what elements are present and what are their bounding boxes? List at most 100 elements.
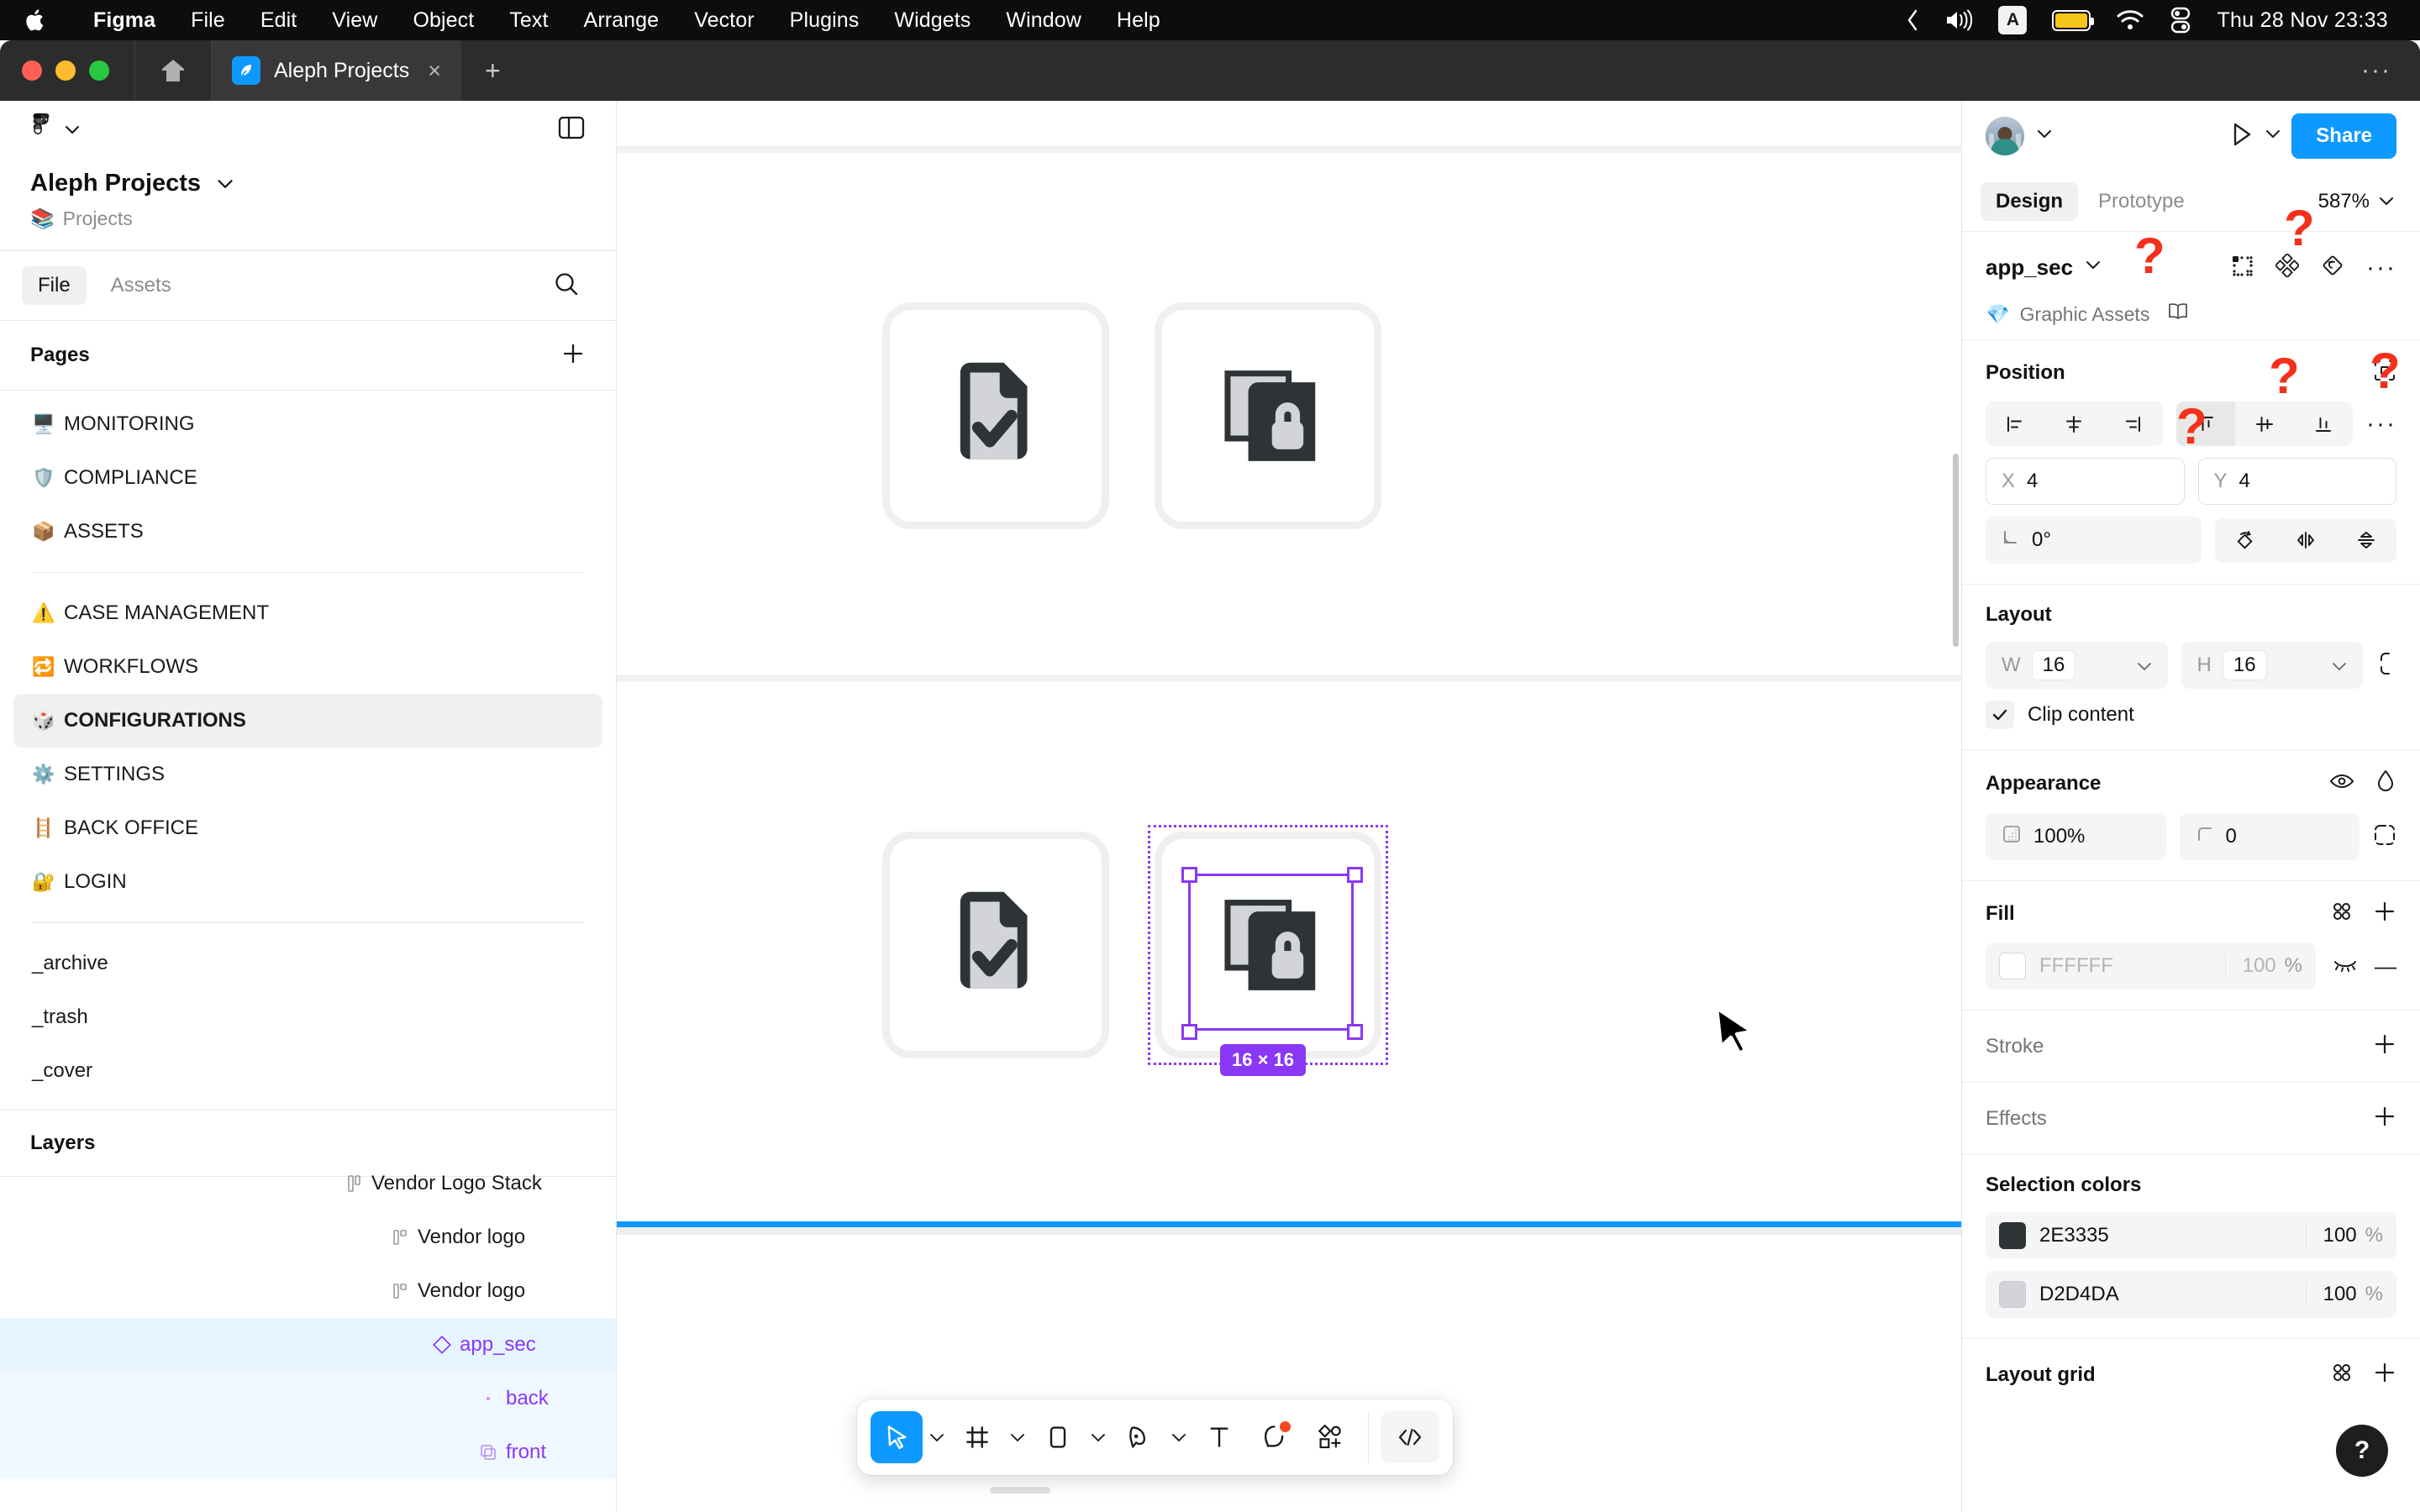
apple-logo-icon[interactable] xyxy=(24,6,49,34)
menu-widgets[interactable]: Widgets xyxy=(876,8,988,33)
component-set-icon[interactable] xyxy=(2274,252,2301,281)
dev-mode-toggle[interactable] xyxy=(1381,1411,1439,1463)
page-item-back-office[interactable]: 🪜 BACK OFFICE xyxy=(13,801,602,855)
create-component-icon[interactable] xyxy=(2230,254,2254,281)
shape-tool[interactable] xyxy=(1032,1411,1084,1463)
frame-tool-chevron-down-icon[interactable] xyxy=(1007,1433,1028,1442)
opacity-field[interactable]: 100% xyxy=(1986,813,2166,860)
menu-arrange[interactable]: Arrange xyxy=(566,8,677,33)
home-icon[interactable] xyxy=(135,40,211,101)
share-button[interactable]: Share xyxy=(2291,113,2396,159)
minimize-window-button[interactable] xyxy=(55,60,76,81)
selection-chevron-down-icon[interactable] xyxy=(2085,260,2102,275)
menu-file[interactable]: File xyxy=(173,8,243,33)
fill-swatch[interactable] xyxy=(1999,953,2026,979)
layer-row-app-sec[interactable]: app_sec xyxy=(0,1318,616,1372)
menu-view[interactable]: View xyxy=(314,8,395,33)
text-tool[interactable] xyxy=(1193,1411,1245,1463)
selection-color-row[interactable]: 2E3335 100 % xyxy=(1986,1212,2396,1259)
move-tool[interactable] xyxy=(871,1411,923,1463)
frame-tool[interactable] xyxy=(951,1411,1003,1463)
layer-row[interactable]: Vendor Logo Stack xyxy=(0,1157,616,1210)
page-item-trash[interactable]: _trash xyxy=(13,990,602,1044)
align-more-options-button[interactable]: ··· xyxy=(2366,412,2396,437)
eye-closed-icon[interactable] xyxy=(2333,955,2358,978)
page-item-cover[interactable]: _cover xyxy=(13,1044,602,1098)
selection-color-row[interactable]: D2D4DA 100 % xyxy=(1986,1271,2396,1318)
selection-handle-top-left[interactable] xyxy=(1181,867,1197,883)
width-chevron-down-icon[interactable] xyxy=(2137,654,2152,677)
layer-row-front[interactable]: front xyxy=(0,1425,616,1479)
play-icon[interactable] xyxy=(2229,121,2254,152)
remove-fill-button[interactable]: — xyxy=(2375,955,2396,977)
comment-tool[interactable] xyxy=(1249,1411,1301,1463)
shape-tool-chevron-down-icon[interactable] xyxy=(1087,1433,1109,1442)
align-right-icon[interactable] xyxy=(2103,402,2162,446)
menu-window[interactable]: Window xyxy=(988,8,1099,33)
library-row[interactable]: 💎 Graphic Assets xyxy=(1962,302,2420,339)
tab-design[interactable]: Design xyxy=(1981,181,2079,221)
page-item-case-management[interactable]: ⚠️ CASE MANAGEMENT xyxy=(13,586,602,640)
x-field[interactable]: X 4 xyxy=(1986,458,2185,505)
selection-color-swatch[interactable] xyxy=(1999,1281,2026,1308)
rotate-icon[interactable] xyxy=(2215,518,2275,563)
y-field[interactable]: Y 4 xyxy=(2197,458,2396,505)
clip-content-row[interactable]: Clip content xyxy=(1986,701,2396,729)
close-icon[interactable]: × xyxy=(428,59,441,82)
add-fill-button[interactable] xyxy=(2373,900,2396,927)
clip-content-checkbox[interactable] xyxy=(1986,701,2014,729)
page-item-workflows[interactable]: 🔁 WORKFLOWS xyxy=(13,640,602,694)
page-item-assets[interactable]: 📦 ASSETS xyxy=(13,505,602,559)
selection-handle-top-right[interactable] xyxy=(1347,867,1363,883)
add-layout-grid-button[interactable] xyxy=(2373,1361,2396,1389)
align-left-icon[interactable] xyxy=(1986,402,2044,446)
present-options-chevron-down-icon[interactable] xyxy=(2265,129,2281,144)
chevron-left-icon[interactable] xyxy=(1906,8,1919,32)
volume-icon[interactable] xyxy=(1944,8,1973,33)
fill-color-row[interactable]: FFFFFF 100 % xyxy=(1986,942,2316,990)
file-tab-aleph-projects[interactable]: Aleph Projects × xyxy=(212,40,461,101)
layer-row[interactable]: Vendor logo xyxy=(0,1264,616,1318)
height-chevron-down-icon[interactable] xyxy=(2332,654,2347,677)
add-page-button[interactable] xyxy=(560,341,586,370)
add-stroke-button[interactable] xyxy=(2373,1032,2396,1060)
canvas-scrollbar[interactable] xyxy=(1953,454,1959,647)
design-canvas[interactable]: 16 × 16 xyxy=(617,101,1961,1512)
independent-corners-icon[interactable] xyxy=(2373,823,2396,851)
actions-tool[interactable] xyxy=(1304,1411,1356,1463)
maximize-window-button[interactable] xyxy=(89,60,109,81)
close-window-button[interactable] xyxy=(22,60,42,81)
input-source-badge[interactable]: A xyxy=(1998,6,2028,34)
toolbar-drag-handle[interactable] xyxy=(990,1487,1050,1494)
page-item-archive[interactable]: _archive xyxy=(13,937,602,990)
menu-object[interactable]: Object xyxy=(395,8,492,33)
wifi-icon[interactable] xyxy=(2116,9,2144,31)
styles-icon[interactable] xyxy=(2331,900,2353,927)
icon-card-document-check-2[interactable] xyxy=(882,832,1109,1058)
toggle-ui-panel-button[interactable] xyxy=(557,113,586,146)
add-effect-button[interactable] xyxy=(2373,1105,2396,1132)
detach-instance-icon[interactable] xyxy=(2321,254,2344,281)
icon-card-document-check[interactable] xyxy=(882,302,1109,529)
page-item-login[interactable]: 🔐 LOGIN xyxy=(13,855,602,909)
menu-help[interactable]: Help xyxy=(1099,8,1178,33)
avatar[interactable] xyxy=(1986,117,2024,155)
pen-tool[interactable] xyxy=(1113,1411,1165,1463)
constrain-proportions-icon[interactable] xyxy=(2376,651,2396,680)
figma-main-menu-button[interactable] xyxy=(30,113,81,145)
menu-edit[interactable]: Edit xyxy=(243,8,314,33)
more-options-icon[interactable]: ··· xyxy=(2366,255,2396,280)
tab-prototype[interactable]: Prototype xyxy=(2083,182,2200,221)
file-name-row[interactable]: Aleph Projects xyxy=(30,170,586,197)
layer-row[interactable]: Vendor logo xyxy=(0,1210,616,1264)
new-tab-button[interactable]: + xyxy=(461,57,524,84)
page-item-compliance[interactable]: 🛡️ COMPLIANCE xyxy=(13,451,602,505)
eye-icon[interactable] xyxy=(2329,770,2354,796)
tab-assets[interactable]: Assets xyxy=(95,266,187,305)
book-icon[interactable] xyxy=(2166,302,2190,326)
align-center-h-icon[interactable] xyxy=(2044,402,2103,446)
zoom-control[interactable]: 587% xyxy=(2318,190,2402,213)
move-tool-chevron-down-icon[interactable] xyxy=(926,1433,948,1442)
icon-card-app-security[interactable] xyxy=(1155,302,1381,529)
battery-icon[interactable] xyxy=(2052,9,2095,31)
